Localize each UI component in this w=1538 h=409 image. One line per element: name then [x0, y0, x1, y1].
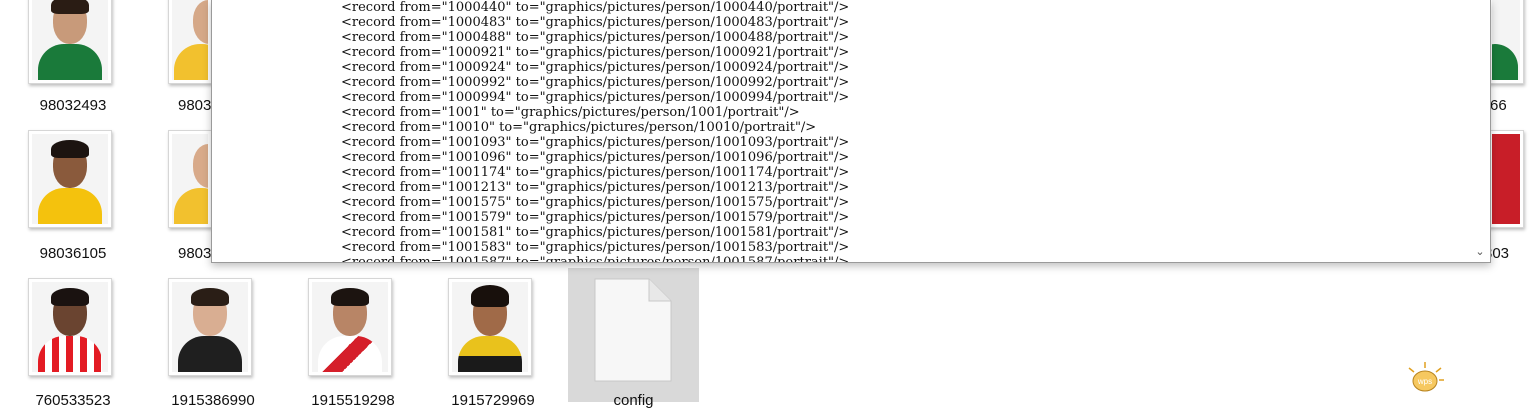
wps-label: wps: [1417, 377, 1432, 386]
xml-record-line: <record from="1001093" to="graphics/pict…: [341, 135, 850, 150]
file-name[interactable]: 9803: [178, 97, 212, 114]
xml-content[interactable]: <record from="1000440" to="graphics/pict…: [341, 0, 850, 263]
xml-record-line: <record from="1001" to="graphics/picture…: [341, 105, 800, 120]
player-portrait: [312, 282, 388, 372]
wps-icon[interactable]: wps: [1406, 362, 1444, 394]
xml-record-line: <record from="1001581" to="graphics/pict…: [341, 225, 850, 240]
xml-record-line: <record from="1001575" to="graphics/pict…: [341, 195, 850, 210]
xml-record-line: <record from="1000483" to="graphics/pict…: [341, 15, 850, 30]
xml-record-line: <record from="1001174" to="graphics/pict…: [341, 165, 850, 180]
player-portrait: [32, 134, 108, 224]
blank-document-icon: [594, 278, 672, 382]
file-thumbnail[interactable]: [168, 130, 212, 228]
player-portrait: [172, 134, 208, 224]
file-name[interactable]: 1915729969: [428, 392, 558, 409]
config-file-tile[interactable]: config: [568, 268, 699, 409]
text-viewer-window[interactable]: <record from="1000440" to="graphics/pict…: [211, 0, 1491, 263]
file-name[interactable]: 1915386990: [148, 392, 278, 409]
file-name[interactable]: 1915519298: [288, 392, 418, 409]
player-portrait: [1492, 134, 1520, 224]
file-thumbnail[interactable]: [28, 0, 112, 84]
xml-record-line: <record from="1000921" to="graphics/pict…: [341, 45, 850, 60]
xml-record-line: <record from="1000488" to="graphics/pict…: [341, 30, 850, 45]
file-name[interactable]: 9803: [178, 245, 212, 262]
xml-record-line: <record from="1001583" to="graphics/pict…: [341, 240, 850, 255]
player-portrait: [32, 282, 108, 372]
file-name[interactable]: 760533523: [8, 392, 138, 409]
player-portrait: [1492, 0, 1520, 80]
xml-record-line: <record from="1000994" to="graphics/pict…: [341, 90, 850, 105]
file-thumbnail[interactable]: [308, 278, 392, 376]
file-name: config: [613, 392, 654, 409]
player-portrait: [32, 0, 108, 80]
chevron-down-icon[interactable]: ⌄: [1474, 246, 1486, 258]
xml-record-line: <record from="10010" to="graphics/pictur…: [341, 120, 817, 135]
xml-record-line: <record from="1000992" to="graphics/pict…: [341, 75, 850, 90]
xml-record-line: <record from="1001096" to="graphics/pict…: [341, 150, 850, 165]
file-name[interactable]: 98032493: [8, 97, 138, 114]
vertical-scrollbar[interactable]: ⌄: [1470, 0, 1490, 262]
xml-record-line: <record from="1001213" to="graphics/pict…: [341, 180, 850, 195]
xml-record-line: <record from="1001587" to="graphics/pict…: [341, 255, 850, 263]
xml-record-line: <record from="1001579" to="graphics/pict…: [341, 210, 850, 225]
file-thumbnail[interactable]: [1488, 0, 1524, 84]
player-portrait: [452, 282, 528, 372]
file-name[interactable]: 66: [1490, 97, 1520, 114]
player-portrait: [172, 0, 208, 80]
file-thumbnail[interactable]: [168, 278, 252, 376]
file-thumbnail[interactable]: [28, 278, 112, 376]
file-thumbnail[interactable]: [168, 0, 212, 84]
file-thumbnail[interactable]: [448, 278, 532, 376]
player-portrait: [172, 282, 248, 372]
file-thumbnail[interactable]: [28, 130, 112, 228]
file-thumbnail[interactable]: [1488, 130, 1524, 228]
xml-record-line: <record from="1000440" to="graphics/pict…: [341, 0, 850, 15]
xml-record-line: <record from="1000924" to="graphics/pict…: [341, 60, 850, 75]
file-name[interactable]: 98036105: [8, 245, 138, 262]
